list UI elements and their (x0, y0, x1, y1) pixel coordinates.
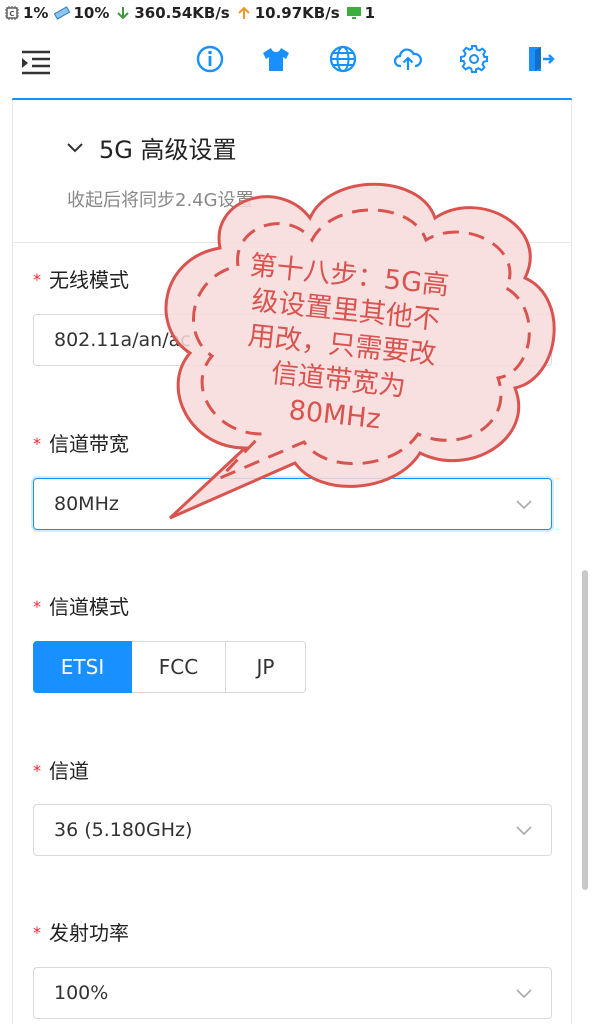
required-mark: * (33, 597, 41, 616)
chevron-down-icon (67, 142, 83, 152)
channel-select[interactable]: 36 (5.180GHz) (33, 804, 552, 856)
download-status: 360.54KB/s (115, 4, 230, 22)
cpu-status: C 1% (4, 4, 48, 22)
arrow-up-icon (238, 6, 250, 19)
wireless-mode-label: * 无线模式 (33, 268, 129, 292)
required-mark: * (33, 923, 41, 942)
required-mark: * (33, 270, 41, 289)
channel-value: 36 (5.180GHz) (54, 819, 193, 841)
channel-mode-fcc[interactable]: FCC (132, 641, 226, 693)
tx-power-label: * 发射功率 (33, 921, 129, 945)
info-icon[interactable] (195, 44, 225, 74)
upload-cloud-icon[interactable] (393, 44, 423, 74)
shirt-icon[interactable] (261, 44, 291, 74)
menu-icon[interactable] (20, 48, 52, 78)
mem-status: 10% (54, 4, 109, 22)
channel-mode-label: * 信道模式 (33, 595, 129, 619)
section-title: 5G 高级设置 (99, 136, 237, 164)
chevron-down-icon (516, 989, 532, 999)
screen-value: 1 (364, 4, 376, 22)
bandwidth-label: * 信道带宽 (33, 432, 129, 456)
tx-power-select[interactable]: 100% (33, 967, 552, 1019)
section-header-5g-advanced[interactable]: 5G 高级设置 (65, 130, 237, 165)
channel-mode-etsi[interactable]: ETSI (33, 641, 132, 693)
channel-label: * 信道 (33, 759, 89, 783)
chevron-down-icon (516, 826, 532, 836)
required-mark: * (33, 434, 41, 453)
scrollbar[interactable] (582, 570, 588, 890)
required-mark: * (33, 761, 41, 780)
svg-text:C: C (9, 10, 14, 18)
cpu-value: 1% (23, 4, 49, 22)
upload-status: 10.97KB/s (236, 4, 340, 22)
channel-mode-jp[interactable]: JP (226, 641, 306, 693)
tx-power-value: 100% (54, 982, 109, 1004)
arrow-down-icon (117, 7, 130, 20)
screen-status: 1 (346, 4, 375, 22)
top-toolbar (0, 26, 593, 100)
globe-icon[interactable] (328, 44, 358, 74)
mem-value: 10% (73, 4, 110, 22)
gear-icon[interactable] (459, 44, 489, 74)
monitor-icon (346, 7, 361, 19)
channel-mode-radio-group: ETSI FCC JP (33, 641, 306, 693)
status-bar: C 1% 10% 360.54KB/s 10.97KB/s 1 (0, 0, 593, 26)
logout-icon[interactable] (525, 44, 555, 74)
download-value: 360.54KB/s (134, 4, 230, 22)
upload-value: 10.97KB/s (254, 4, 340, 22)
cpu-icon: C (5, 6, 19, 20)
bandwidth-value: 80MHz (54, 493, 119, 515)
memory-icon (54, 6, 71, 20)
callout-text: 第十八步：5G高 级设置里其他不 用改，只需要改 信道带宽为 80MHz (246, 250, 451, 436)
